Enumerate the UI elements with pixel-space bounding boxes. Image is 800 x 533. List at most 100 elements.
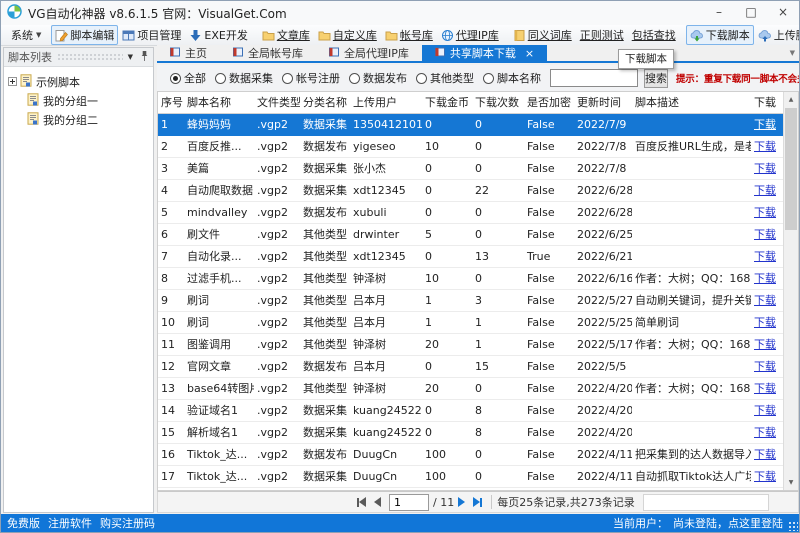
table-row[interactable]: 1 蜂妈妈妈 .vgp2 数据采集 13504121014 0 0 False … bbox=[158, 114, 798, 136]
license-links: 免费版注册软件购买注册码 bbox=[7, 515, 163, 531]
table-row[interactable]: 4 自动爬取数据 .vgp2 数据采集 xdt12345 0 22 False … bbox=[158, 180, 798, 202]
download-link[interactable]: 下载 bbox=[751, 114, 785, 135]
download-link[interactable]: 下载 bbox=[751, 356, 785, 377]
download-link[interactable]: 下载 bbox=[751, 400, 785, 421]
download-script-button[interactable]: 下载脚本 bbox=[686, 25, 754, 45]
col-file-type[interactable]: 文件类型 bbox=[254, 92, 300, 113]
download-link[interactable]: 下载 bbox=[751, 180, 785, 201]
tab-home[interactable]: 主页 bbox=[157, 45, 220, 61]
radio-icon bbox=[349, 73, 360, 84]
table-row[interactable]: 13 base64转图片 .vgp2 其他类型 钟泽树 20 0 False 2… bbox=[158, 378, 798, 400]
minimize-button[interactable]: – bbox=[703, 1, 735, 23]
download-link[interactable]: 下载 bbox=[751, 224, 785, 245]
tab-global-proxy-ip-lib[interactable]: 全局代理IP库 bbox=[316, 45, 422, 61]
filter-radio-帐号注册[interactable]: 帐号注册 bbox=[282, 70, 340, 86]
download-link[interactable]: 下载 bbox=[751, 422, 785, 443]
last-page-button[interactable] bbox=[473, 497, 482, 507]
col-downloads[interactable]: 下载次数 bbox=[472, 92, 524, 113]
tab-global-account-lib[interactable]: 全局帐号库 bbox=[220, 45, 316, 61]
table-row[interactable]: 15 解析域名1 .vgp2 数据采集 kuang2452299 0 8 Fal… bbox=[158, 422, 798, 444]
col-download[interactable]: 下载 bbox=[751, 92, 785, 113]
login-link[interactable]: 尚未登陆，点这里登陆 bbox=[673, 515, 783, 531]
maximize-button[interactable]: □ bbox=[735, 1, 767, 23]
table-row[interactable]: 2 百度反推... .vgp2 数据发布 yigeseo 10 0 False … bbox=[158, 136, 798, 158]
download-link[interactable]: 下载 bbox=[751, 312, 785, 333]
prev-page-button[interactable] bbox=[374, 497, 381, 507]
cell-uploader: 张小杰 bbox=[350, 158, 422, 179]
download-link[interactable]: 下载 bbox=[751, 378, 785, 399]
download-link[interactable]: 下载 bbox=[751, 246, 785, 267]
status-link-免费版[interactable]: 免费版 bbox=[7, 515, 40, 531]
page-number-input[interactable] bbox=[389, 494, 429, 511]
col-uploader[interactable]: 上传用户 bbox=[350, 92, 422, 113]
scroll-down-icon[interactable]: ▼ bbox=[784, 475, 798, 490]
account-lib-button[interactable]: 帐号库 bbox=[381, 25, 437, 45]
table-row[interactable]: 12 官网文章 .vgp2 数据发布 吕本月 0 15 False 2022/5… bbox=[158, 356, 798, 378]
tree-item-group-one[interactable]: 我的分组一 bbox=[6, 91, 151, 110]
download-link[interactable]: 下载 bbox=[751, 268, 785, 289]
table-row[interactable]: 17 Tiktok_达... .vgp2 数据采集 DuugCn 100 0 F… bbox=[158, 466, 798, 488]
scrollbar-thumb[interactable] bbox=[785, 108, 797, 230]
folder-icon bbox=[318, 29, 331, 42]
next-page-button[interactable] bbox=[458, 497, 465, 507]
upload-script-button[interactable]: 上传脚本 bbox=[754, 25, 799, 45]
download-link[interactable]: 下载 bbox=[751, 202, 785, 223]
col-coins[interactable]: 下载金币 bbox=[422, 92, 472, 113]
vertical-scrollbar[interactable]: ▲ ▼ bbox=[783, 92, 798, 490]
resize-grip[interactable] bbox=[788, 521, 798, 531]
table-row[interactable]: 7 自动化录... .vgp2 其他类型 xdt12345 0 13 True … bbox=[158, 246, 798, 268]
article-lib-button[interactable]: 文章库 bbox=[258, 25, 314, 45]
script-edit-button[interactable]: 脚本编辑 bbox=[51, 25, 118, 45]
menu-system[interactable]: 系统 ▼ bbox=[7, 25, 45, 45]
search-button[interactable]: 搜索 bbox=[644, 69, 668, 88]
tab-close-icon[interactable]: × bbox=[525, 47, 534, 60]
download-link[interactable]: 下载 bbox=[751, 290, 785, 311]
col-script-name[interactable]: 脚本名称 bbox=[184, 92, 254, 113]
tree-expander-icon[interactable] bbox=[8, 77, 17, 86]
col-description[interactable]: 脚本描述 bbox=[632, 92, 751, 113]
col-index[interactable]: 序号 bbox=[158, 92, 184, 113]
include-search-button[interactable]: 包括查找 bbox=[628, 25, 680, 45]
table-row[interactable]: 6 刷文件 .vgp2 其他类型 drwinter 5 0 False 2022… bbox=[158, 224, 798, 246]
filter-radio-脚本名称[interactable]: 脚本名称 bbox=[483, 70, 541, 86]
scroll-up-icon[interactable]: ▲ bbox=[784, 92, 798, 107]
tree-item-group-two[interactable]: 我的分组二 bbox=[6, 110, 151, 129]
first-page-button[interactable] bbox=[357, 497, 366, 507]
filter-radio-其他类型[interactable]: 其他类型 bbox=[416, 70, 474, 86]
col-category[interactable]: 分类名称 bbox=[300, 92, 350, 113]
table-row[interactable]: 3 美篇 .vgp2 数据采集 张小杰 0 0 False 2022/7/8 下… bbox=[158, 158, 798, 180]
download-link[interactable]: 下载 bbox=[751, 444, 785, 465]
filter-radio-数据采集[interactable]: 数据采集 bbox=[215, 70, 273, 86]
table-row[interactable]: 16 Tiktok_达... .vgp2 数据发布 DuugCn 100 0 F… bbox=[158, 444, 798, 466]
tab-shared-script-download[interactable]: 共享脚本下载 × bbox=[422, 45, 547, 61]
panel-dropdown-icon[interactable]: ▼ bbox=[128, 53, 133, 61]
project-manage-button[interactable]: 项目管理 bbox=[118, 25, 185, 45]
filter-radio-全部[interactable]: 全部 bbox=[170, 70, 206, 86]
table-row[interactable]: 5 mindvalley .vgp2 数据发布 xubuli 0 0 False… bbox=[158, 202, 798, 224]
filter-radio-数据发布[interactable]: 数据发布 bbox=[349, 70, 407, 86]
cell-uploader: xubuli bbox=[350, 202, 422, 223]
tab-overflow-icon[interactable]: ▼ bbox=[790, 49, 799, 57]
exe-dev-button[interactable]: EXE开发 bbox=[185, 25, 251, 45]
regex-test-button[interactable]: 正则测试 bbox=[576, 25, 628, 45]
status-link-注册软件[interactable]: 注册软件 bbox=[48, 515, 92, 531]
col-updated[interactable]: 更新时间 bbox=[574, 92, 632, 113]
tree-item-sample-scripts[interactable]: 示例脚本 bbox=[6, 72, 151, 91]
col-encrypted[interactable]: 是否加密 bbox=[524, 92, 574, 113]
proxy-ip-lib-button[interactable]: 代理IP库 bbox=[437, 25, 503, 45]
download-link[interactable]: 下载 bbox=[751, 158, 785, 179]
table-row[interactable]: 9 刷词 .vgp2 其他类型 吕本月 1 3 False 2022/5/27 … bbox=[158, 290, 798, 312]
pin-icon[interactable] bbox=[140, 50, 149, 65]
table-row[interactable]: 14 验证域名1 .vgp2 数据采集 kuang2452299 0 8 Fal… bbox=[158, 400, 798, 422]
close-button[interactable]: × bbox=[767, 1, 799, 23]
status-link-购买注册码[interactable]: 购买注册码 bbox=[100, 515, 155, 531]
synonym-lib-button[interactable]: 同义词库 bbox=[509, 25, 576, 45]
table-row[interactable]: 11 图鉴调用 .vgp2 其他类型 钟泽树 20 1 False 2022/5… bbox=[158, 334, 798, 356]
download-link[interactable]: 下载 bbox=[751, 136, 785, 157]
table-row[interactable]: 10 刷词 .vgp2 其他类型 吕本月 1 1 False 2022/5/25… bbox=[158, 312, 798, 334]
custom-lib-button[interactable]: 自定义库 bbox=[314, 25, 381, 45]
script-name-input[interactable] bbox=[550, 69, 638, 87]
download-link[interactable]: 下载 bbox=[751, 334, 785, 355]
table-row[interactable]: 8 过滤手机... .vgp2 其他类型 钟泽树 10 0 False 2022… bbox=[158, 268, 798, 290]
download-link[interactable]: 下载 bbox=[751, 466, 785, 487]
